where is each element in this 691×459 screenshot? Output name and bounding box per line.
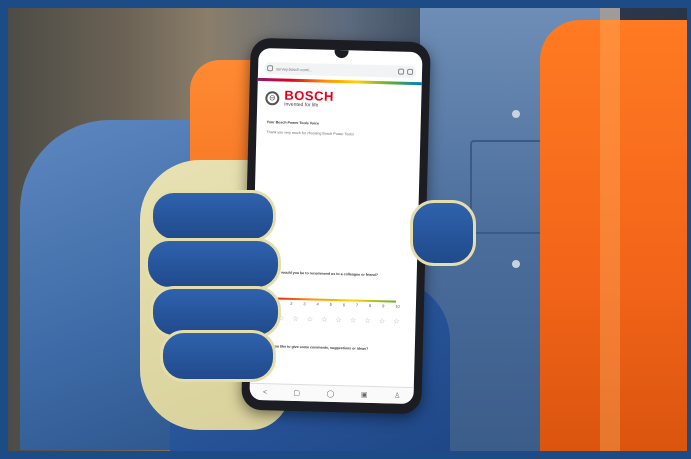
url-text: survey.bosch.com/...	[276, 65, 313, 72]
vest-reflective-strip	[600, 0, 620, 459]
browser-bottom-bar: < ▢ ◯ ▣ ♙	[249, 382, 414, 405]
rating-option[interactable]: 5	[330, 302, 332, 307]
glove-finger	[150, 190, 276, 242]
photo-scene: survey.bosch.com/... ⊖ BOSCH Invented fo…	[0, 0, 691, 459]
star-icon[interactable]: ☆	[335, 316, 341, 324]
rating-option[interactable]: 10	[395, 304, 400, 309]
star-icon[interactable]: ☆	[350, 316, 356, 324]
star-icon[interactable]: ☆	[307, 315, 313, 323]
survey-greeting: Your Bosch Power Tools Voice	[266, 120, 320, 126]
camera-notch	[334, 49, 349, 59]
brand-header: ⊖ BOSCH Invented for life	[265, 88, 334, 109]
rating-option[interactable]: 3	[303, 301, 305, 306]
rating-option[interactable]: 8	[369, 303, 371, 308]
glove-finger	[145, 238, 281, 290]
tabs-icon[interactable]: ▢	[293, 389, 300, 397]
star-icon[interactable]: ☆	[393, 318, 399, 326]
star-icon[interactable]: ☆	[321, 316, 327, 324]
rating-option[interactable]: 2	[290, 301, 292, 306]
star-icon[interactable]: ☆	[292, 315, 298, 323]
brand-supergraphic	[257, 77, 422, 86]
star-icon[interactable]: ☆	[364, 317, 370, 325]
bosch-armature-icon: ⊖	[265, 90, 280, 105]
survey-question-1: How likely would you be to recommend us …	[262, 270, 378, 278]
shirt-pocket	[470, 140, 544, 234]
back-icon[interactable]: <	[263, 389, 267, 396]
rating-option[interactable]: 9	[382, 303, 384, 308]
home-icon[interactable]: ◯	[326, 390, 334, 398]
star-icon[interactable]: ☆	[379, 317, 385, 325]
shirt-button	[512, 260, 520, 268]
survey-intro: Thank you very much for choosing Bosch P…	[266, 130, 354, 137]
profile-icon[interactable]: ♙	[394, 392, 400, 400]
star-rating[interactable]: ☆ ☆ ☆ ☆ ☆ ☆ ☆ ☆ ☆ ☆	[263, 314, 399, 326]
rating-option[interactable]: 7	[356, 303, 358, 308]
shirt-button	[512, 110, 520, 118]
rating-option[interactable]: 4	[316, 302, 318, 307]
home-icon[interactable]	[267, 65, 274, 72]
glove-thumb	[410, 200, 476, 266]
browser-address-bar[interactable]: survey.bosch.com/...	[263, 62, 417, 79]
tabs-icon[interactable]	[397, 68, 405, 75]
survey-question-2: Would you like to give some comments, su…	[260, 344, 369, 351]
glove-finger	[160, 330, 276, 382]
photo-icon[interactable]: ▣	[361, 391, 368, 399]
menu-icon[interactable]	[406, 68, 414, 75]
rating-option[interactable]: 6	[343, 302, 345, 307]
brand-name: BOSCH	[284, 87, 335, 104]
